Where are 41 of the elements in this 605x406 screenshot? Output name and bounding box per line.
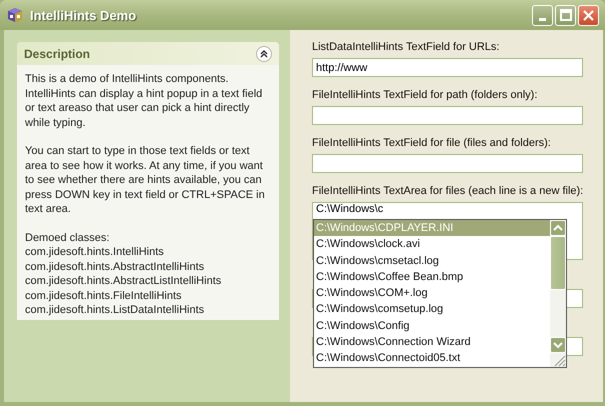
- cube-icon: [6, 6, 24, 24]
- minimize-icon: [539, 18, 546, 20]
- hint-item[interactable]: C:\Windows\comsetup.log: [314, 301, 550, 318]
- class-name: com.jidesoft.hints.AbstractIntelliHints: [25, 260, 204, 274]
- hint-item[interactable]: C:\Windows\clock.avi: [314, 236, 550, 253]
- class-name: com.jidesoft.hints.FileIntelliHints: [25, 288, 182, 303]
- close-icon: [583, 10, 594, 20]
- field-label: FileIntelliHints TextField for file (files and folders):: [312, 136, 551, 150]
- resize-grip-icon[interactable]: [552, 353, 566, 367]
- description-text: This is a demo of IntelliHints components. IntelliHints can display a hint popup in a text field or text areaso that user can pick a hint directly while typing.: [25, 72, 264, 130]
- hint-item[interactable]: C:\Windows\Connectoid05.txt: [314, 350, 550, 367]
- maximize-button[interactable]: [555, 4, 576, 26]
- panel-title: Description: [24, 46, 90, 60]
- chevron-down-icon: [553, 341, 563, 349]
- maximize-icon: [560, 9, 572, 21]
- class-name: com.jidesoft.hints.IntelliHints: [25, 245, 164, 260]
- field-label: FileIntelliHints TextField for path (folders only):: [312, 88, 538, 102]
- description-text: You can start to type in those text fields or text area to see how it works. At any time, if you want to see whether there are hints available, you can press DOWN key in text field or CTRL+SPACE in text area.: [25, 144, 266, 216]
- scroll-thumb[interactable]: [550, 236, 566, 290]
- hint-item[interactable]: C:\Windows\Connection Wizard: [314, 334, 550, 350]
- hint-item[interactable]: C:\Windows\Config: [314, 318, 550, 334]
- text-field[interactable]: [312, 154, 584, 173]
- close-button[interactable]: [578, 4, 599, 26]
- field-label: FileIntelliHints TextArea for files (each line is a new file):: [312, 184, 584, 198]
- chevron-up-icon: [259, 48, 269, 58]
- class-name: com.jidesoft.hints.AbstractListIntelliHints: [25, 274, 222, 288]
- scrollbar[interactable]: [550, 220, 566, 367]
- field-label: ListDataIntelliHints TextField for URLs:: [312, 40, 500, 54]
- window-title: IntelliHints Demo: [30, 8, 138, 22]
- text-field[interactable]: [312, 106, 584, 125]
- scroll-up-button[interactable]: [550, 220, 566, 236]
- class-name: com.jidesoft.hints.ListDataIntelliHints: [25, 303, 204, 318]
- minimize-button[interactable]: [532, 4, 553, 26]
- hint-item[interactable]: C:\Windows\COM+.log: [314, 285, 550, 302]
- scroll-down-button[interactable]: [550, 337, 566, 353]
- chevron-up-icon: [553, 224, 563, 232]
- hint-item[interactable]: C:\Windows\Coffee Bean.bmp: [314, 268, 550, 286]
- text-field[interactable]: http://www: [312, 58, 584, 77]
- classes-heading: Demoed classes:: [25, 230, 110, 245]
- collapse-button[interactable]: [256, 46, 272, 62]
- hint-item[interactable]: C:\Windows\cmsetacl.log: [314, 252, 550, 269]
